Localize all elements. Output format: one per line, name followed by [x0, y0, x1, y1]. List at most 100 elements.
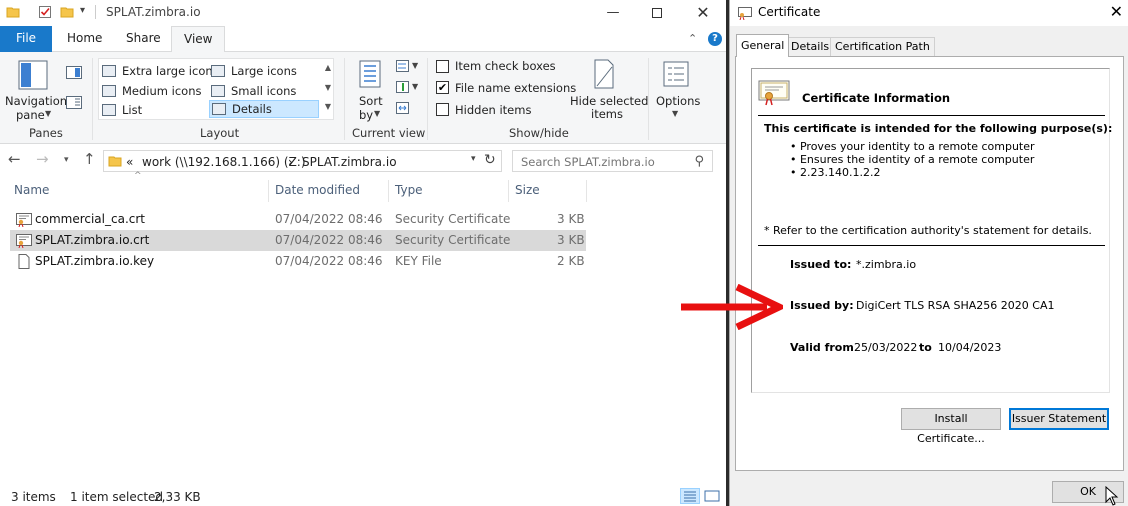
address-overflow-chevron[interactable]: « [126, 155, 133, 169]
purpose-item: • Proves your identity to a remote compu… [790, 140, 1035, 153]
size-columns-icon[interactable] [396, 102, 412, 115]
search-icon[interactable]: ⚲ [694, 154, 704, 169]
purpose-item: • 2.23.140.1.2.2 [790, 166, 881, 179]
install-certificate-button[interactable]: Install Certificate... [901, 408, 1001, 445]
details-pane-icon[interactable] [66, 96, 82, 109]
item-check-boxes-checkbox[interactable] [436, 60, 449, 73]
sort-dropdown-icon[interactable]: ▼ [374, 109, 380, 118]
large-icons-view-button[interactable] [702, 488, 722, 504]
layout-item-label: Extra large icons [122, 64, 219, 78]
close-button[interactable]: ✕ [680, 0, 726, 25]
tab-view[interactable]: View [171, 26, 226, 53]
refresh-icon[interactable]: ↻ [484, 152, 496, 168]
breadcrumb-separator: › [288, 155, 293, 169]
column-separator[interactable] [586, 180, 587, 202]
layout-extra-large-icons[interactable]: Extra large icons [102, 62, 219, 80]
collapse-ribbon-icon[interactable]: ⌃ [688, 32, 697, 45]
sort-by-icon[interactable] [356, 59, 384, 89]
help-icon[interactable]: ? [708, 32, 722, 46]
checkmark-icon: ✔ [437, 81, 448, 94]
tab-file[interactable]: File [0, 26, 52, 52]
navigation-pane-label[interactable]: Navigation [5, 94, 67, 108]
group-by-dropdown-icon[interactable]: ▼ [412, 61, 418, 70]
hide-selected-items-icon[interactable] [592, 59, 616, 89]
navigation-pane-label-2[interactable]: pane [16, 108, 45, 122]
column-header-type[interactable]: Type [395, 178, 423, 202]
tab-home[interactable]: Home [55, 26, 114, 52]
search-input[interactable] [521, 154, 681, 169]
certificate-file-icon [16, 234, 32, 248]
issued-by-label: Issued by: [790, 299, 854, 312]
details-view-button[interactable] [680, 488, 700, 504]
layout-expand-icon[interactable]: ▼ [325, 102, 331, 111]
title-separator [95, 5, 96, 19]
issuer-statement-button[interactable]: Issuer Statement [1009, 408, 1109, 430]
layout-small-icons[interactable]: Small icons [211, 82, 296, 100]
address-bar[interactable]: « work (\\192.168.1.166) (Z:) › SPLAT.zi… [103, 150, 502, 172]
group-label-show-hide: Show/hide [509, 126, 569, 140]
search-box[interactable]: ⚲ [512, 150, 713, 172]
new-folder-icon[interactable] [60, 5, 74, 19]
status-selected-count: 1 item selected [70, 490, 164, 504]
file-size: 2 KB [557, 254, 585, 268]
layout-scroll-up-icon[interactable]: ▲ [325, 63, 331, 72]
file-row[interactable]: commercial_ca.crt 07/04/2022 08:46 Secur… [10, 209, 586, 230]
recent-locations-chevron-icon[interactable]: ▾ [64, 155, 69, 165]
forward-arrow-icon[interactable]: → [36, 150, 49, 168]
add-columns-dropdown-icon[interactable]: ▼ [412, 82, 418, 91]
issued-by-value: DigiCert TLS RSA SHA256 2020 CA1 [856, 299, 1055, 312]
address-dropdown-icon[interactable]: ▾ [471, 154, 476, 164]
column-header-name[interactable]: Name [14, 178, 49, 202]
hidden-items-label[interactable]: Hidden items [455, 103, 531, 117]
layout-scroll-down-icon[interactable]: ▼ [325, 83, 331, 92]
options-label[interactable]: Options [656, 94, 700, 108]
options-icon[interactable] [662, 60, 690, 88]
dialog-close-button[interactable]: ✕ [1110, 2, 1123, 21]
back-arrow-icon[interactable]: ← [8, 150, 21, 168]
file-date: 07/04/2022 08:46 [275, 212, 383, 226]
hide-selected-items-label-2[interactable]: items [591, 107, 623, 121]
tab-details[interactable]: Details [786, 37, 835, 56]
file-name-extensions-checkbox[interactable]: ✔ [436, 81, 449, 94]
breadcrumb-work[interactable]: work (\\192.168.1.166) (Z:) [142, 155, 306, 169]
folder-icon [6, 7, 20, 18]
maximize-button[interactable] [634, 0, 680, 25]
navigation-pane-icon[interactable] [18, 60, 48, 90]
tab-certification-path[interactable]: Certification Path [830, 37, 935, 56]
column-separator[interactable] [508, 180, 509, 202]
column-separator[interactable] [388, 180, 389, 202]
properties-icon[interactable] [38, 5, 52, 19]
medium-icons-icon [102, 85, 116, 97]
layout-medium-icons[interactable]: Medium icons [102, 82, 201, 100]
extra-large-icons-icon [102, 65, 116, 77]
column-separator[interactable] [268, 180, 269, 202]
navigation-pane-dropdown-icon[interactable]: ▼ [45, 109, 51, 118]
up-arrow-icon[interactable]: ↑ [83, 150, 96, 168]
column-header-date[interactable]: Date modified [275, 178, 360, 202]
file-row-selected[interactable]: SPLAT.zimbra.io.crt 07/04/2022 08:46 Sec… [10, 230, 586, 251]
sort-by-label-2[interactable]: by [359, 108, 373, 122]
group-separator [344, 58, 345, 140]
layout-list[interactable]: List [102, 101, 142, 119]
file-name-extensions-label[interactable]: File name extensions [455, 81, 576, 95]
file-row[interactable]: SPLAT.zimbra.io.key 07/04/2022 08:46 KEY… [10, 251, 586, 272]
breadcrumb-splat[interactable]: SPLAT.zimbra.io [302, 155, 397, 169]
item-check-boxes-label[interactable]: Item check boxes [455, 59, 556, 73]
group-by-icon[interactable] [396, 60, 412, 73]
tab-share[interactable]: Share [114, 26, 173, 52]
customize-quick-access-icon[interactable]: ▾ [80, 5, 85, 16]
divider [758, 245, 1105, 246]
sort-by-label[interactable]: Sort [359, 94, 383, 108]
hidden-items-checkbox[interactable] [436, 103, 449, 116]
tab-general[interactable]: General [736, 34, 790, 57]
preview-pane-icon[interactable] [66, 66, 82, 79]
layout-large-icons[interactable]: Large icons [211, 62, 297, 80]
minimize-button[interactable]: — [590, 0, 636, 25]
ribbon-view: Navigation pane ▼ Panes Extra large icon… [0, 52, 727, 144]
column-header-size[interactable]: Size [515, 178, 540, 202]
hide-selected-items-label[interactable]: Hide selected [570, 94, 648, 108]
options-dropdown-icon[interactable]: ▼ [672, 109, 678, 118]
issued-to-value: *.zimbra.io [856, 258, 917, 271]
layout-details[interactable]: Details [209, 100, 319, 118]
add-columns-icon[interactable] [396, 81, 412, 94]
